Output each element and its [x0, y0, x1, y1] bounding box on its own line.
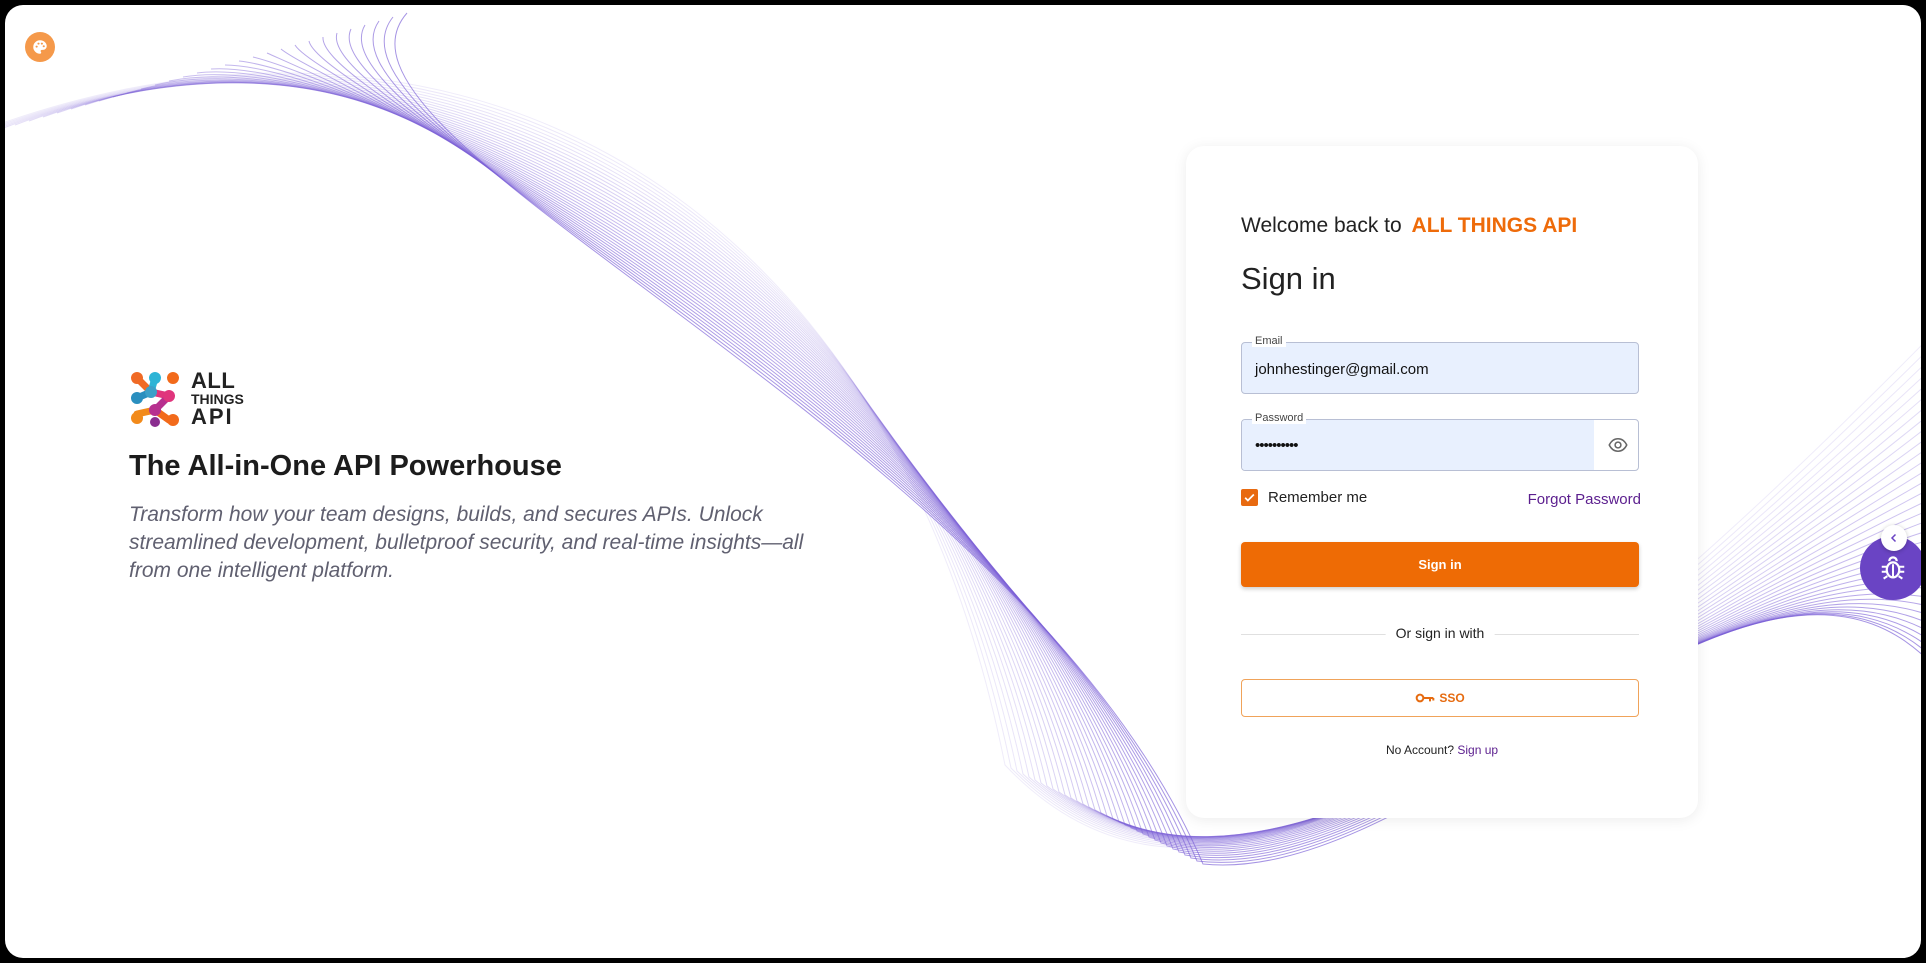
toggle-password-visibility[interactable]	[1608, 435, 1628, 460]
signup-link[interactable]: Sign up	[1457, 743, 1498, 757]
email-value[interactable]: johnhestinger@gmail.com	[1255, 361, 1429, 378]
page-frame: ALL THINGS API The All-in-One API Powerh…	[5, 5, 1921, 958]
no-account-row: No Account? Sign up	[1186, 743, 1698, 757]
divider-text: Or sign in with	[1385, 625, 1495, 641]
hero-title: The All-in-One API Powerhouse	[129, 450, 562, 482]
divider: Or sign in with	[1241, 625, 1639, 641]
bug-icon	[1881, 556, 1905, 580]
signin-card: Welcome back to ALL THINGS API Sign in E…	[1186, 146, 1698, 818]
brand-logo: ALL THINGS API	[129, 370, 829, 428]
signin-title: Sign in	[1241, 261, 1336, 296]
password-label: Password	[1252, 412, 1307, 424]
palette-icon	[33, 40, 47, 54]
hero-section: ALL THINGS API The All-in-One API Powerh…	[129, 370, 829, 585]
brand-name: ALL THINGS API	[1411, 214, 1578, 237]
no-account-text: No Account?	[1385, 743, 1454, 757]
signin-button[interactable]: Sign in	[1241, 542, 1639, 587]
email-field[interactable]: Email johnhestinger@gmail.com	[1241, 335, 1639, 394]
chevron-left-icon	[1890, 533, 1897, 543]
remember-label: Remember me	[1268, 489, 1368, 506]
sso-button[interactable]: SSO	[1241, 679, 1639, 717]
logo-mark-icon	[131, 372, 179, 427]
hero-subtitle: Transform how your team designs, builds,…	[129, 503, 804, 582]
key-icon	[1415, 693, 1435, 703]
logo-wordmark: ALL THINGS API	[191, 370, 244, 428]
palette-button[interactable]	[25, 32, 55, 62]
welcome-text: Welcome back to	[1241, 214, 1402, 237]
logo-line-3: API	[191, 404, 234, 429]
remember-me[interactable]: Remember me	[1241, 489, 1367, 506]
eye-icon	[1608, 437, 1628, 453]
sso-label: SSO	[1439, 691, 1465, 705]
check-icon	[1244, 493, 1255, 502]
collapse-debug-button[interactable]	[1881, 525, 1907, 551]
welcome-heading: Welcome back to ALL THINGS API	[1241, 214, 1577, 238]
password-field[interactable]: Password ••••••••••	[1241, 412, 1639, 471]
password-value[interactable]: ••••••••••	[1255, 437, 1299, 454]
email-label: Email	[1252, 335, 1286, 347]
logo-line-1: ALL	[191, 368, 236, 393]
remember-checkbox[interactable]	[1241, 489, 1258, 506]
forgot-password-link[interactable]: Forgot Password	[1528, 491, 1641, 508]
